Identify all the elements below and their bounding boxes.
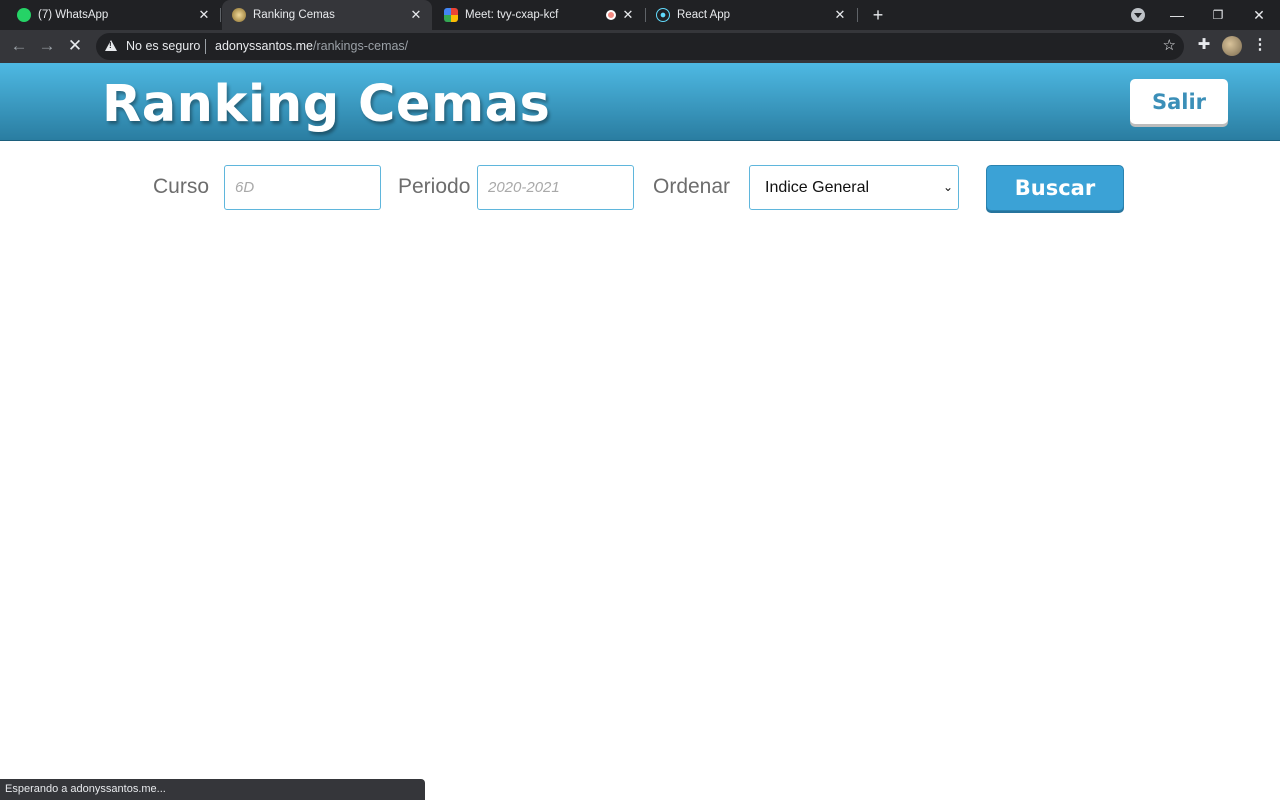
tab-title: Ranking Cemas	[253, 9, 335, 21]
filter-form: Curso Periodo Ordenar Indice General ⌄ B…	[0, 165, 1280, 215]
omnibox-divider	[205, 39, 206, 54]
react-icon	[656, 8, 670, 22]
logout-button[interactable]: Salir	[1130, 79, 1228, 124]
url-text[interactable]: adonyssantos.me/rankings-cemas/	[215, 39, 408, 53]
close-icon[interactable]: ✕	[620, 7, 636, 23]
stop-loading-icon[interactable]: ✕	[63, 35, 87, 59]
tab-title: React App	[677, 9, 731, 21]
back-icon[interactable]: ←	[7, 35, 31, 59]
url-host: adonyssantos.me	[215, 39, 313, 53]
window-close-icon[interactable]: ✕	[1248, 4, 1270, 26]
recording-icon	[606, 10, 616, 20]
forward-icon[interactable]: →	[35, 35, 59, 59]
profile-avatar[interactable]	[1222, 36, 1242, 56]
page-header: Ranking Cemas Salir	[0, 63, 1280, 141]
tab-title: Meet: tvy-cxap-kcf	[465, 9, 559, 21]
ordenar-select[interactable]: Indice General ⌄	[749, 165, 959, 210]
curso-label: Curso	[153, 175, 210, 198]
periodo-label: Periodo	[398, 175, 471, 198]
curso-input[interactable]	[224, 165, 381, 210]
restore-icon[interactable]: ❐	[1207, 4, 1229, 26]
new-tab-icon[interactable]: +	[868, 5, 888, 25]
whatsapp-icon	[17, 8, 31, 22]
search-button[interactable]: Buscar	[986, 165, 1124, 211]
tab-ranking-cemas[interactable]: Ranking Cemas ✕	[222, 0, 432, 30]
close-icon[interactable]: ✕	[196, 7, 212, 23]
ordenar-selected-value: Indice General	[765, 179, 870, 196]
site-favicon-icon	[232, 8, 246, 22]
url-path: /rankings-cemas/	[312, 39, 409, 53]
browser-status-bubble: Esperando a adonyssantos.me...	[0, 779, 425, 800]
tab-whatsapp[interactable]: (7) WhatsApp ✕	[0, 0, 220, 30]
warning-icon[interactable]	[105, 40, 117, 51]
page-title: Ranking Cemas	[102, 75, 551, 134]
security-label[interactable]: No es seguro	[126, 39, 200, 53]
chevron-down-icon: ⌄	[942, 180, 953, 194]
browser-toolbar: ← → ✕ No es seguro adonyssantos.me/ranki…	[0, 30, 1280, 63]
tab-separator	[857, 8, 858, 22]
meet-icon	[444, 8, 458, 22]
bookmark-star-icon[interactable]: ☆	[1163, 36, 1176, 54]
close-icon[interactable]: ✕	[408, 7, 424, 23]
periodo-input[interactable]	[477, 165, 634, 210]
tab-react-app[interactable]: React App ✕	[646, 0, 856, 30]
tab-separator	[220, 8, 221, 22]
close-icon[interactable]: ✕	[832, 7, 848, 23]
address-bar[interactable]: No es seguro adonyssantos.me/rankings-ce…	[96, 33, 1184, 60]
tab-search-icon[interactable]	[1131, 8, 1145, 22]
tab-title: (7) WhatsApp	[38, 9, 109, 21]
browser-tabstrip: (7) WhatsApp ✕ Ranking Cemas ✕ Meet: tvy…	[0, 0, 1280, 30]
minimize-icon[interactable]: —	[1166, 4, 1188, 26]
extensions-puzzle-icon[interactable]: ✚	[1196, 37, 1212, 53]
kebab-menu-icon[interactable]: ⋮	[1252, 37, 1268, 53]
ordenar-label: Ordenar	[653, 175, 731, 198]
